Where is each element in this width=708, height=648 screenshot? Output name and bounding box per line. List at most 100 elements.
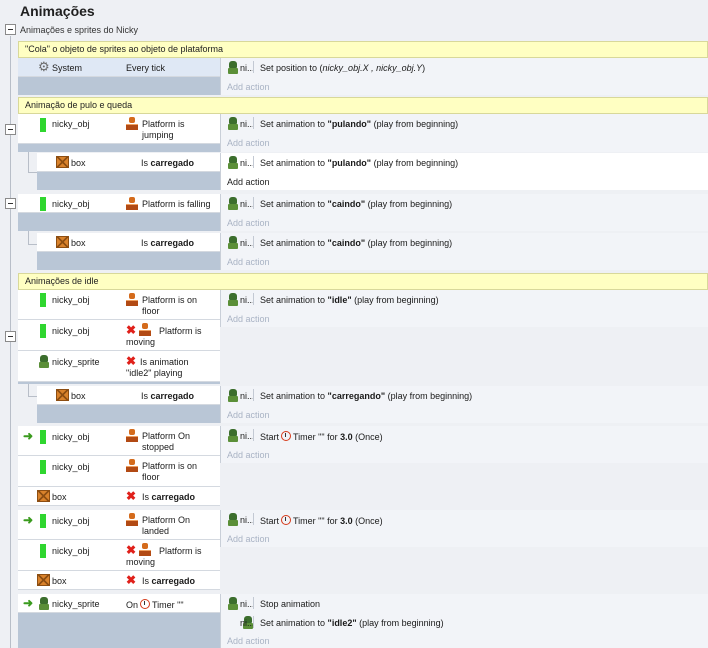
separator [253, 156, 254, 168]
add-action-link[interactable]: Add action [227, 534, 270, 544]
action-text[interactable]: Set animation to "pulando" (play from be… [260, 119, 458, 129]
event-actions[interactable]: ni... Set animation to "pulando" (play f… [220, 153, 708, 190]
sprite-icon [227, 597, 239, 610]
add-action-link[interactable]: Add action [227, 218, 270, 228]
add-action-link[interactable]: Add action [227, 314, 270, 324]
add-action-link[interactable]: Add action [227, 257, 270, 267]
condition-text: Platform is jumping [142, 119, 185, 140]
event-actions[interactable]: ni... Set animation to "idle" (play from… [220, 290, 708, 327]
event-actions[interactable]: ni... Set animation to "caindo" (play fr… [220, 233, 708, 270]
condition-row[interactable]: box ✖ Is carregado [18, 571, 220, 590]
condition-text: Is animation "idle2" playing [126, 357, 189, 378]
condition-row[interactable]: nicky_obj ✖ Platform is moving [18, 320, 220, 351]
separator [253, 513, 254, 525]
event-actions[interactable]: ni... Set animation to "pulando" (play f… [220, 114, 708, 152]
action-text[interactable]: Set animation to "caindo" (play from beg… [260, 238, 452, 248]
object-name: nicky_obj [52, 432, 90, 442]
collapse-icon[interactable] [5, 24, 16, 35]
separator [253, 429, 254, 441]
action-text[interactable]: Start Timer "" for 3.0 (Once) [260, 515, 383, 526]
add-action-link[interactable]: Add action [227, 636, 270, 646]
green-object-icon [40, 293, 46, 307]
add-action-link[interactable]: Add action [227, 177, 270, 187]
tree-line [28, 231, 29, 244]
separator [253, 389, 254, 401]
action-text[interactable]: Set animation to "pulando" (play from be… [260, 158, 458, 168]
action-text[interactable]: Start Timer "" for 3.0 (Once) [260, 431, 383, 442]
event-actions[interactable]: ni... Set animation to "carregando" (pla… [220, 386, 708, 423]
object-name: nicky_obj [52, 199, 90, 209]
collapse-icon[interactable] [5, 124, 16, 135]
box-icon [56, 156, 69, 168]
object-name: box [71, 158, 86, 168]
separator [253, 616, 254, 628]
action-text[interactable]: Set animation to "carregando" (play from… [260, 391, 472, 401]
green-object-icon [40, 324, 46, 338]
timer-icon [281, 431, 292, 441]
object-name: nicky_obj [52, 462, 90, 472]
collapse-icon[interactable] [5, 198, 16, 209]
condition-row[interactable]: nicky_obj Platform is on floor [18, 290, 220, 320]
object-name: System [52, 63, 83, 73]
condition-text: Platform is moving [126, 326, 202, 347]
object-name: nicky_obj [52, 295, 90, 305]
event-actions[interactable]: ni... Stop animation ni... Set animation… [220, 594, 708, 648]
condition-row[interactable]: nicky_obj ✖ Platform is moving [18, 540, 220, 571]
add-action-link[interactable]: Add action [227, 82, 270, 92]
condition-row[interactable]: nicky_sprite ✖ Is animation "idle2" play… [18, 351, 220, 382]
sprite-icon [227, 513, 239, 526]
timer-icon [281, 515, 292, 525]
tree-line [28, 152, 29, 172]
tree-line [28, 396, 37, 397]
event-actions[interactable]: ni... Set position to (nicky_obj.X , nic… [220, 58, 708, 95]
condition-row[interactable]: nicky_obj Platform is on floor [18, 456, 220, 487]
object-name: nicky_obj [52, 516, 90, 526]
object-name: nicky_obj [52, 119, 90, 129]
add-action-link[interactable]: Add action [227, 138, 270, 148]
object-name: box [52, 492, 67, 502]
green-object-icon [40, 118, 46, 132]
separator [253, 293, 254, 305]
action-text[interactable]: Set animation to "idle2" (play from begi… [260, 618, 444, 628]
event-actions[interactable]: ni... Start Timer "" for 3.0 (Once) Add a… [220, 510, 708, 547]
action-text[interactable]: Set animation to "caindo" (play from beg… [260, 199, 452, 209]
add-action-link[interactable]: Add action [227, 450, 270, 460]
action-text[interactable]: Set animation to "idle" (play from begin… [260, 295, 439, 305]
collapse-icon[interactable] [5, 331, 16, 342]
object-name: nicky_obj [52, 326, 90, 336]
condition-row[interactable]: box Is carregado [37, 153, 220, 172]
not-icon: ✖ [126, 489, 137, 503]
condition-row[interactable]: ➜ nicky_obj Platform On landed [18, 510, 220, 540]
object-name: nicky_sprite [52, 599, 100, 609]
action-text[interactable]: Stop animation [260, 599, 320, 609]
condition-text: Is carregado [142, 576, 196, 586]
box-icon [37, 574, 50, 586]
not-icon: ✖ [126, 573, 137, 587]
condition-row[interactable]: box ✖ Is carregado [18, 487, 220, 506]
add-action-link[interactable]: Add action [227, 410, 270, 420]
green-object-icon [40, 514, 46, 528]
comment[interactable]: Animações de idle [18, 273, 708, 290]
event-actions[interactable]: ni... Start Timer "" for 3.0 (Once) Add a… [220, 426, 708, 463]
condition-row[interactable]: nicky_obj Platform is falling [18, 194, 220, 213]
sprite-icon [227, 429, 239, 442]
comment[interactable]: "Cola" o objeto de sprites ao objeto de … [18, 41, 708, 58]
object-name: box [71, 238, 86, 248]
condition-row[interactable]: box Is carregado [37, 233, 220, 252]
condition-row[interactable]: ➜ nicky_obj Platform On stopped [18, 426, 220, 456]
green-object-icon [40, 430, 46, 444]
condition-text: Is carregado [141, 158, 195, 168]
condition-row[interactable]: ⚙ System Every tick [18, 58, 220, 77]
sprite-icon [227, 389, 239, 402]
condition-text: Is carregado [141, 391, 195, 401]
condition-text: Platform is falling [142, 199, 211, 209]
condition-row[interactable]: box Is carregado [37, 386, 220, 405]
sprite-icon [38, 355, 50, 368]
condition-row[interactable]: ➜ nicky_sprite On Timer "" [18, 594, 220, 613]
green-object-icon [40, 544, 46, 558]
condition-row[interactable]: nicky_obj Platform is jumping [18, 114, 220, 144]
event-actions[interactable]: ni... Set animation to "caindo" (play fr… [220, 194, 708, 231]
action-text[interactable]: Set position to (nicky_obj.X , nicky_obj… [260, 63, 425, 73]
tree-line [28, 172, 37, 173]
comment[interactable]: Animação de pulo e queda [18, 97, 708, 114]
